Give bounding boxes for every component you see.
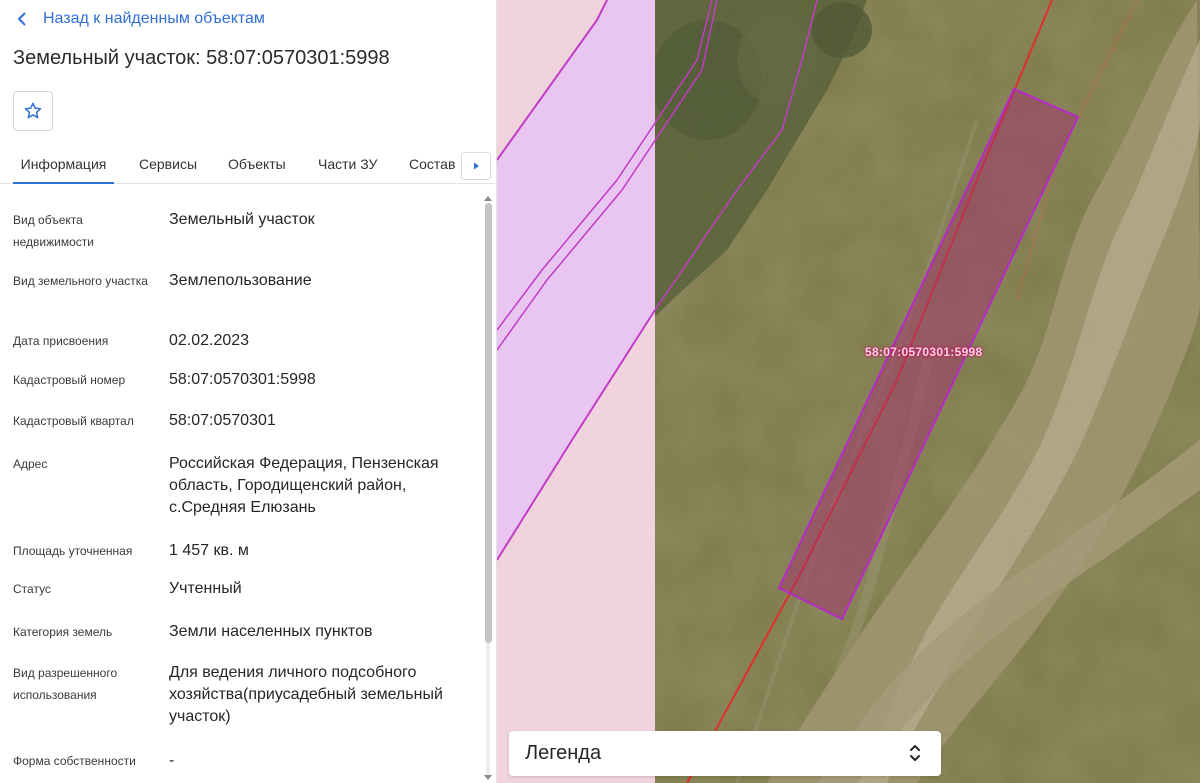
parcel-label[interactable]: 58:07:0570301:5998	[865, 345, 983, 359]
property-value[interactable]: 58:07:0570301	[169, 410, 469, 432]
chevron-up-down-icon[interactable]	[909, 743, 921, 763]
property-value: 1 457 кв. м	[169, 542, 249, 559]
info-panel: Назад к найденным объектам Земельный уча…	[0, 0, 497, 783]
chevron-left-icon	[18, 12, 26, 26]
tab-composition[interactable]: Состав	[409, 145, 455, 183]
property-label: Кадастровый номер	[13, 373, 126, 387]
tab-objects[interactable]: Объекты	[228, 145, 286, 183]
property-label: Вид разрешенного использования	[13, 666, 118, 702]
tabs-next-button[interactable]	[461, 152, 491, 180]
satellite-imagery	[497, 0, 1200, 783]
property-label: Форма собственности	[13, 754, 136, 768]
property-value: Для ведения личного подсобного хозяйства…	[169, 664, 443, 725]
back-link-label[interactable]: Назад к найденным объектам	[43, 10, 265, 28]
tab-parts[interactable]: Части ЗУ	[318, 145, 377, 183]
property-value: -	[169, 752, 175, 769]
property-value: Российская Федерация, Пензенская область…	[169, 455, 439, 516]
legend-dropdown[interactable]: Легенда	[509, 731, 941, 776]
panel-scrollbar[interactable]	[483, 195, 493, 783]
property-label: Вид земельного участка	[13, 274, 148, 288]
scroll-thumb[interactable]	[485, 203, 492, 643]
property-value: Земли населенных пунктов	[169, 623, 373, 640]
tab-info[interactable]: Информация	[13, 145, 114, 184]
property-label: Кадастровый квартал	[13, 414, 134, 428]
tab-bar: Информация Сервисы Объекты Части ЗУ Сост…	[0, 145, 496, 184]
property-value: Земельный участок	[169, 211, 315, 228]
property-label: Статус	[13, 582, 51, 596]
back-link[interactable]: Назад к найденным объектам	[14, 8, 265, 30]
map-view[interactable]: 58:07:0570301:5998 Легенда	[497, 0, 1200, 783]
scroll-down-icon[interactable]	[484, 775, 492, 781]
legend-label[interactable]: Легенда	[525, 742, 601, 765]
tab-services[interactable]: Сервисы	[139, 145, 197, 183]
property-label: Категория земель	[13, 625, 113, 639]
page-title: Земельный участок: 58:07:0570301:5998	[13, 47, 390, 69]
property-label: Адрес	[13, 457, 48, 471]
scroll-up-icon[interactable]	[484, 195, 492, 201]
property-label: Вид объекта недвижимости	[13, 213, 94, 249]
favorite-button[interactable]	[13, 91, 53, 131]
property-value: Землепользование	[169, 272, 312, 289]
caret-right-icon	[474, 162, 479, 170]
property-value: 58:07:0570301:5998	[169, 371, 316, 388]
property-label: Дата присвоения	[13, 334, 109, 348]
property-label: Площадь уточненная	[13, 544, 133, 558]
star-outline-icon	[24, 102, 42, 119]
property-value: Учтенный	[169, 580, 242, 597]
property-value: 02.02.2023	[169, 332, 250, 349]
